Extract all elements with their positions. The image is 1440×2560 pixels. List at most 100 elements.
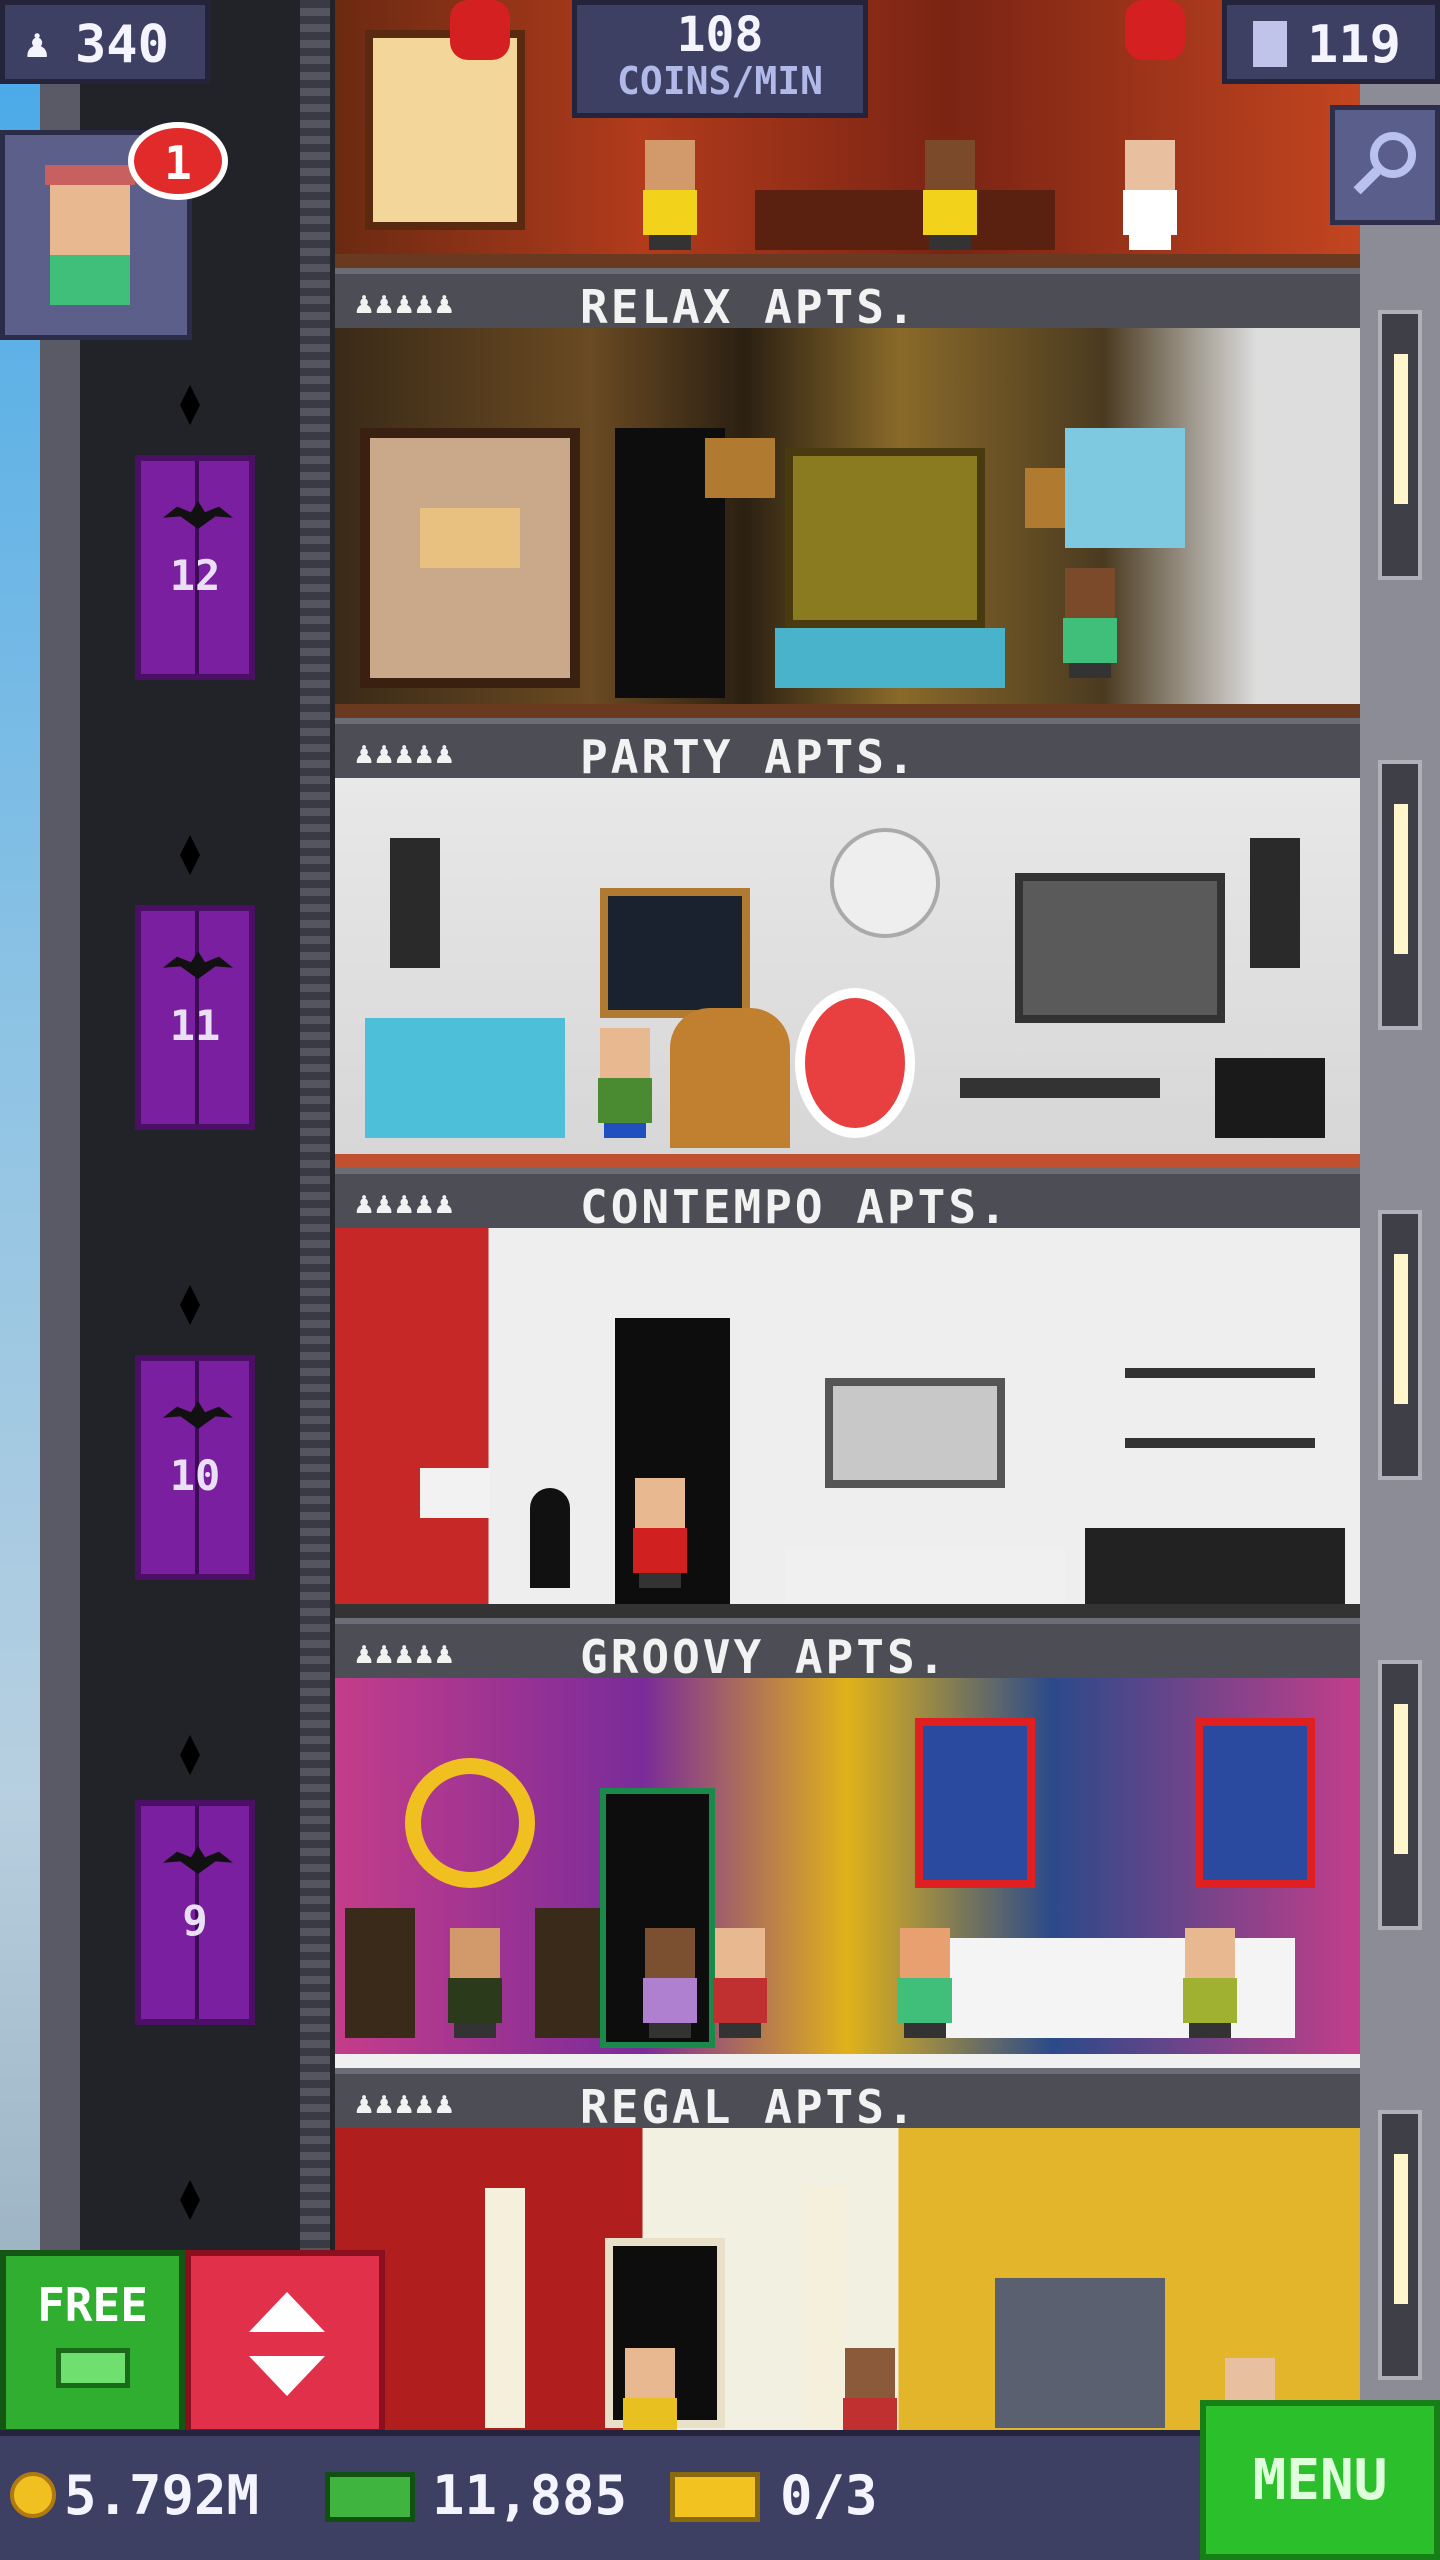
floor-name: RELAX APTS.	[580, 280, 918, 334]
floor-regal[interactable]	[335, 2128, 1360, 2430]
tickets-value: 0/3	[780, 2464, 878, 2527]
floor-label-party: ♟♟♟♟♟ PARTY APTS.	[335, 718, 1360, 784]
resident[interactable]	[635, 140, 705, 250]
tower-window	[1378, 310, 1422, 580]
avatar-body	[50, 255, 130, 305]
elevator-floor-9[interactable]: 9	[135, 1800, 255, 2025]
bat-icon	[163, 1846, 233, 1874]
resident[interactable]	[705, 1928, 775, 2038]
person-icon: ♟	[25, 21, 50, 67]
coins-value: 5.792M	[64, 2464, 260, 2527]
floor-name: CONTEMPO APTS.	[580, 1180, 1010, 1234]
free-bux-button[interactable]: FREE	[0, 2250, 185, 2435]
residents-icon: ♟♟♟♟♟	[355, 286, 456, 321]
tv-furniture	[825, 1378, 1005, 1488]
bux-icon	[56, 2348, 130, 2388]
jukebox-furniture	[670, 1008, 790, 1148]
resident[interactable]	[1115, 140, 1185, 250]
elevator-rail	[300, 0, 330, 2560]
tower-window	[1378, 1660, 1422, 1930]
floor-count-value: 119	[1307, 15, 1401, 75]
resident[interactable]	[915, 140, 985, 250]
elevator-button[interactable]	[185, 2250, 385, 2435]
floor-party[interactable]	[335, 778, 1360, 1168]
floor-label-regal: ♟♟♟♟♟ REGAL APTS.	[335, 2068, 1360, 2134]
lamp-furniture	[420, 508, 520, 568]
resident[interactable]	[890, 1928, 960, 2038]
floor-relax[interactable]	[335, 328, 1360, 718]
table-furniture	[785, 1548, 1065, 1608]
lamp-furniture	[420, 1468, 490, 1518]
resident[interactable]	[615, 2348, 685, 2430]
magnifier-handle	[1353, 167, 1381, 195]
floor-contempo[interactable]	[335, 1228, 1360, 1618]
shelf-furniture	[1125, 1438, 1315, 1448]
floor-name: PARTY APTS.	[580, 730, 918, 784]
residents-icon: ♟♟♟♟♟	[355, 1186, 456, 1221]
dj-deck-furniture	[1215, 1058, 1325, 1138]
lantern-icon	[450, 0, 510, 60]
menu-button[interactable]: MENU	[1200, 2400, 1440, 2560]
elevator-floor-number: 10	[169, 1451, 221, 1500]
resident[interactable]	[590, 1028, 660, 1138]
coins-per-min-display: 108 COINS/MIN	[572, 0, 868, 118]
tv-furniture	[1015, 873, 1225, 1023]
tower-window	[1378, 1210, 1422, 1480]
hat-icon	[45, 165, 135, 185]
union-jack-icon	[1195, 1718, 1315, 1888]
speaker-furniture	[535, 1908, 605, 2038]
lantern-icon	[1125, 0, 1185, 60]
notification-badge: 1	[128, 122, 228, 200]
residents-icon: ♟♟♟♟♟	[355, 1636, 456, 1671]
building-icon	[1253, 21, 1287, 67]
resident[interactable]	[1175, 1928, 1245, 2038]
union-jack-icon	[915, 1718, 1035, 1888]
residents-icon: ♟♟♟♟♟	[355, 736, 456, 771]
elevator-floor-11[interactable]: 11	[135, 905, 255, 1130]
resident[interactable]	[835, 2348, 905, 2430]
floor-base	[335, 1604, 1360, 1618]
disco-ball-icon	[830, 828, 940, 938]
bed-furniture	[755, 190, 1055, 250]
search-button[interactable]	[1330, 105, 1440, 225]
tower-window	[1378, 760, 1422, 1030]
floor-base	[335, 2054, 1360, 2068]
column-furniture	[485, 2188, 525, 2428]
arrow-up-icon	[249, 2292, 325, 2332]
vase-furniture	[530, 1488, 570, 1588]
lantern-icon	[705, 438, 775, 498]
bed-furniture	[775, 628, 1005, 688]
bed-headboard	[785, 448, 985, 628]
bat-icon	[163, 501, 233, 529]
window-furniture	[995, 2278, 1165, 2428]
resident[interactable]	[625, 1478, 695, 1588]
bed-furniture	[1085, 1528, 1345, 1608]
elevator-floor-10[interactable]: 10	[135, 1355, 255, 1580]
speaker-furniture	[390, 838, 440, 968]
resident[interactable]	[440, 1928, 510, 2038]
tower-window	[1378, 2110, 1422, 2380]
bat-icon	[163, 951, 233, 979]
population-value: 340	[75, 15, 169, 75]
resident[interactable]	[1055, 568, 1125, 678]
free-label: FREE	[37, 2278, 148, 2332]
elevator-floor-12[interactable]: 12	[135, 455, 255, 680]
coin-icon	[10, 2472, 56, 2518]
floor-label-groovy: ♟♟♟♟♟ GROOVY APTS.	[335, 1618, 1360, 1684]
resident[interactable]	[635, 1928, 705, 2038]
egg-chair-furniture	[795, 988, 915, 1138]
elevator-floor-number: 12	[169, 551, 221, 600]
floor-label-contempo: ♟♟♟♟♟ CONTEMPO APTS.	[335, 1168, 1360, 1234]
floor-groovy[interactable]	[335, 1678, 1360, 2068]
elevator-floor-number: 9	[182, 1896, 208, 1945]
floor-counter: 119	[1222, 0, 1440, 84]
population-counter: ♟ 340	[0, 0, 210, 84]
floor-name: GROOVY APTS.	[580, 1630, 949, 1684]
floor-name: REGAL APTS.	[580, 2080, 918, 2134]
coins-per-min-value: 108	[676, 7, 764, 63]
sofa-furniture	[365, 1018, 565, 1138]
floor-base	[335, 704, 1360, 718]
bat-icon	[163, 1401, 233, 1429]
elevator-floor-number: 11	[169, 1001, 221, 1050]
window-furniture	[1065, 428, 1185, 548]
